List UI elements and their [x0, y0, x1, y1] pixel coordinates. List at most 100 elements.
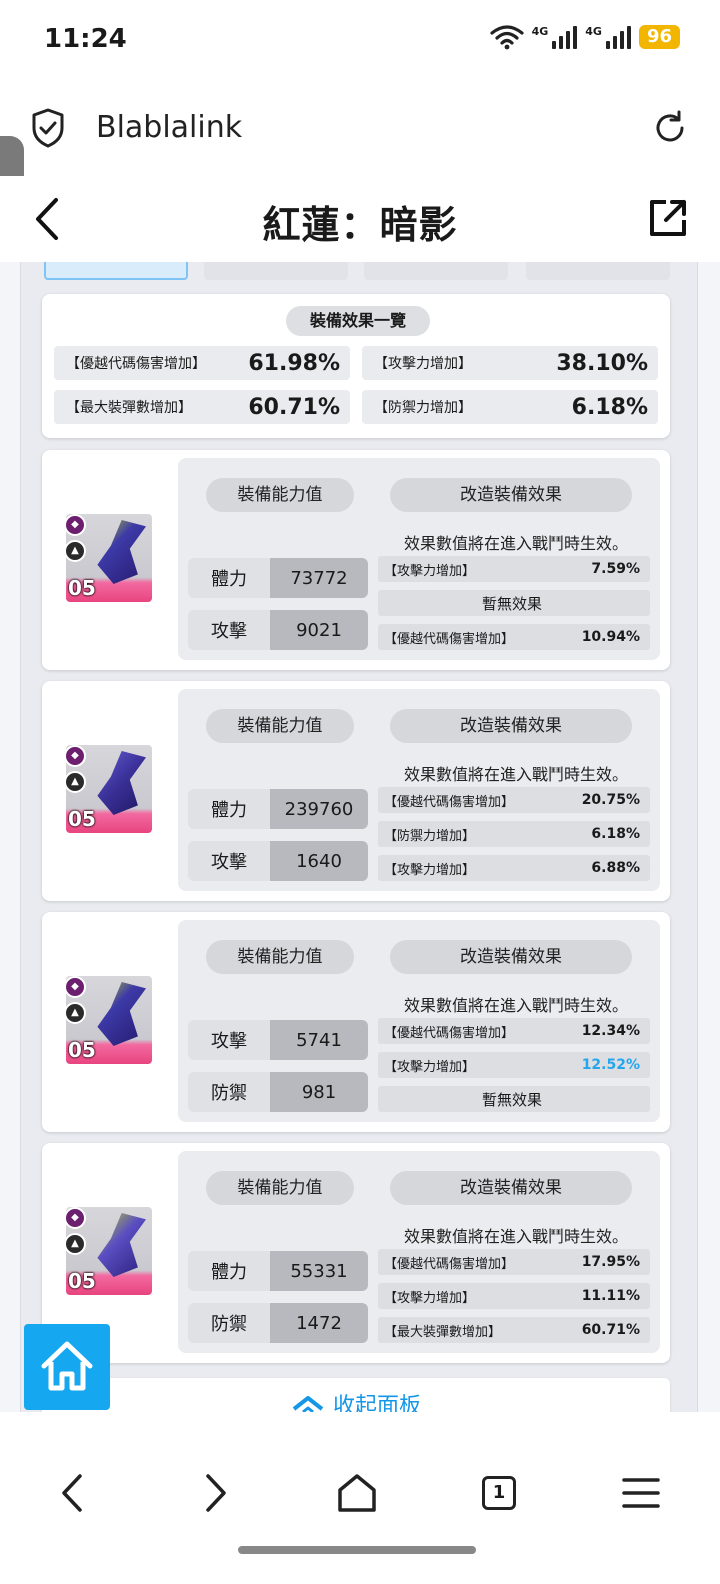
stats-header: 裝備能力值	[206, 940, 354, 974]
stat-label: 攻擊	[188, 610, 270, 650]
stat-row: 體力 73772	[188, 558, 368, 598]
browser-nav-bar: 1	[0, 1412, 720, 1584]
summary-item: 【攻擊力增加】 38.10%	[362, 346, 658, 380]
equipment-card: 05 ◆ ▲ 裝備能力值 改造裝備效果 效果數值將在進入戰鬥時生效。 體力 73…	[42, 450, 670, 670]
effect-label: 【優越代碼傷害增加】	[384, 631, 515, 647]
stats-header: 裝備能力值	[206, 478, 354, 512]
reload-icon[interactable]	[650, 108, 690, 148]
mods-header: 改造裝備效果	[390, 478, 632, 512]
stats-header: 裝備能力值	[206, 709, 354, 743]
equipment-details: 裝備能力值 改造裝備效果 效果數值將在進入戰鬥時生效。 體力 55331 防禦 …	[178, 1151, 660, 1353]
share-icon[interactable]	[646, 196, 690, 240]
stats-header: 裝備能力值	[206, 1171, 354, 1205]
summary-item-value: 61.98%	[248, 350, 340, 376]
summary-item-label: 【防禦力增加】	[374, 400, 472, 416]
effect-value: 60.71%	[581, 1322, 640, 1338]
class-badge-icon: ▲	[64, 771, 86, 793]
tab-4[interactable]	[526, 262, 670, 280]
nav-back-icon[interactable]	[48, 1468, 98, 1518]
equipment-card: 05 ◆ ▲ 裝備能力值 改造裝備效果 效果數值將在進入戰鬥時生效。 體力 55…	[42, 1143, 670, 1363]
effect-note: 效果數值將在進入戰鬥時生效。	[404, 1227, 629, 1246]
stat-value: 5741	[270, 1020, 368, 1060]
stat-row: 攻擊 5741	[188, 1020, 368, 1060]
equipment-card: 05 ◆ ▲ 裝備能力值 改造裝備效果 效果數值將在進入戰鬥時生效。 攻擊 57…	[42, 912, 670, 1132]
effect-value: 20.75%	[581, 792, 640, 808]
stat-value: 1640	[270, 841, 368, 881]
cell-signal-icon: 4G	[532, 25, 578, 49]
class-badge-icon: ▲	[64, 1002, 86, 1024]
effect-value: 6.88%	[591, 860, 640, 876]
equipment-details: 裝備能力值 改造裝備效果 效果數值將在進入戰鬥時生效。 體力 73772 攻擊 …	[178, 458, 660, 660]
stat-row: 防禦 981	[188, 1072, 368, 1112]
stat-row: 防禦 1472	[188, 1303, 368, 1343]
rarity-badge-icon: ◆	[64, 514, 86, 536]
mods-header: 改造裝備效果	[390, 1171, 632, 1205]
mods-header: 改造裝備效果	[390, 940, 632, 974]
nav-forward-icon[interactable]	[190, 1468, 240, 1518]
tab-2[interactable]	[204, 262, 348, 280]
equipment-level: 05	[68, 807, 96, 831]
effect-value-highlight: 12.52%	[581, 1057, 640, 1073]
effect-label: 【攻擊力增加】	[384, 862, 476, 878]
tab-3[interactable]	[364, 262, 508, 280]
nav-tabs-button[interactable]: 1	[474, 1468, 524, 1518]
nav-menu-icon[interactable]	[616, 1468, 666, 1518]
stat-value: 1472	[270, 1303, 368, 1343]
equipment-details: 裝備能力值 改造裝備效果 效果數值將在進入戰鬥時生效。 攻擊 5741 防禦 9…	[178, 920, 660, 1122]
effect-value: 12.34%	[581, 1023, 640, 1039]
effect-row: 【防禦力增加】 6.18%	[378, 821, 650, 847]
stat-label: 攻擊	[188, 1020, 270, 1060]
stat-value: 239760	[270, 789, 368, 829]
status-bar: 11:24 4G 4G 96	[0, 0, 720, 80]
summary-item-value: 60.71%	[248, 394, 340, 420]
summary-item: 【防禦力增加】 6.18%	[362, 390, 658, 424]
effect-row-empty: 暫無效果	[378, 1086, 650, 1112]
stat-value: 73772	[270, 558, 368, 598]
equipment-card: 05 ◆ ▲ 裝備能力值 改造裝備效果 效果數值將在進入戰鬥時生效。 體力 23…	[42, 681, 670, 901]
effect-row: 【優越代碼傷害增加】 12.34%	[378, 1018, 650, 1044]
stat-label: 體力	[188, 789, 270, 829]
rarity-badge-icon: ◆	[64, 745, 86, 767]
equipment-level: 05	[68, 1269, 96, 1293]
shield-check-icon[interactable]	[30, 108, 66, 148]
effect-label: 【攻擊力增加】	[384, 563, 476, 579]
effect-label: 【優越代碼傷害增加】	[384, 1025, 515, 1041]
effect-value: 10.94%	[581, 629, 640, 645]
summary-title: 裝備效果一覽	[286, 306, 430, 336]
site-name: Blablalink	[96, 110, 243, 145]
effect-row: 【攻擊力增加】 11.11%	[378, 1283, 650, 1309]
home-indicator[interactable]	[238, 1546, 476, 1554]
home-button[interactable]	[24, 1324, 110, 1410]
stat-row: 攻擊 9021	[188, 610, 368, 650]
tab-1[interactable]	[44, 262, 188, 280]
stat-value: 981	[270, 1072, 368, 1112]
rarity-badge-icon: ◆	[64, 1207, 86, 1229]
network-type-2: 4G	[585, 25, 602, 38]
summary-item-label: 【最大裝彈數增加】	[66, 400, 192, 416]
cell-signal-icon-2: 4G	[585, 25, 631, 49]
class-badge-icon: ▲	[64, 1233, 86, 1255]
summary-item: 【優越代碼傷害增加】 61.98%	[54, 346, 350, 380]
home-icon	[41, 1341, 93, 1391]
effect-row: 【優越代碼傷害增加】 20.75%	[378, 787, 650, 813]
content-area: 裝備效果一覽 【優越代碼傷害增加】 61.98% 【攻擊力增加】 38.10% …	[0, 262, 720, 1412]
effect-value: 6.18%	[591, 826, 640, 842]
nav-home-icon[interactable]	[332, 1468, 382, 1518]
effect-note: 效果數值將在進入戰鬥時生效。	[404, 534, 629, 553]
stat-label: 防禦	[188, 1072, 270, 1112]
effect-label: 【防禦力增加】	[384, 828, 476, 844]
tab-count: 1	[482, 1476, 516, 1510]
mods-header: 改造裝備效果	[390, 709, 632, 743]
stat-label: 攻擊	[188, 841, 270, 881]
effect-row: 【最大裝彈數增加】 60.71%	[378, 1317, 650, 1343]
rarity-badge-icon: ◆	[64, 976, 86, 998]
effect-value: 7.59%	[591, 561, 640, 577]
effect-note: 效果數值將在進入戰鬥時生效。	[404, 765, 629, 784]
effect-label: 暫無效果	[481, 594, 542, 613]
summary-item: 【最大裝彈數增加】 60.71%	[54, 390, 350, 424]
summary-item-value: 38.10%	[556, 350, 648, 376]
summary-item-value: 6.18%	[571, 394, 648, 420]
effect-label: 【攻擊力增加】	[384, 1290, 476, 1306]
stat-value: 9021	[270, 610, 368, 650]
effect-row: 【攻擊力增加】 12.52%	[378, 1052, 650, 1078]
